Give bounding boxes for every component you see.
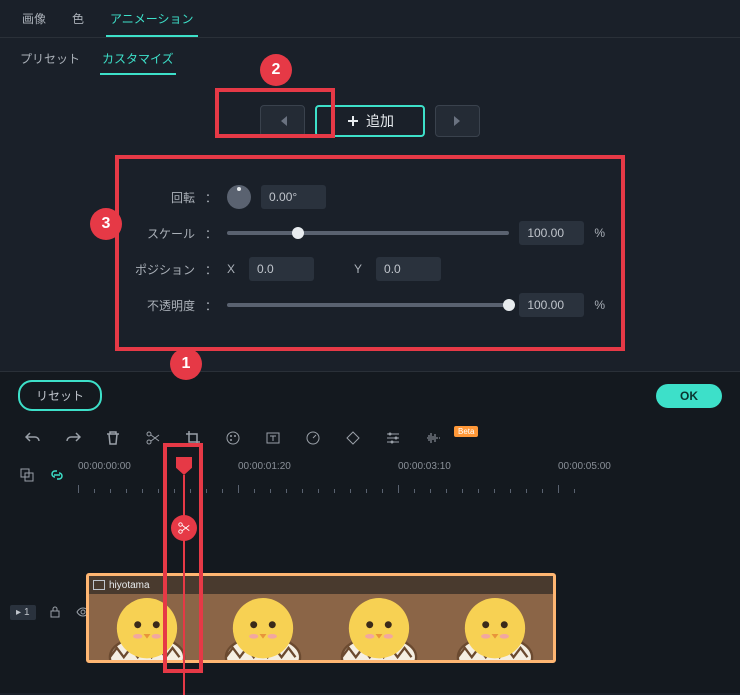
scale-label: スケール [135,225,195,242]
tick-1: 00:00:01:20 [238,461,291,472]
scale-input[interactable] [519,221,584,245]
clip-thumb-icon [93,580,105,590]
opacity-slider[interactable] [227,303,509,307]
rotation-dial[interactable] [227,185,251,209]
opacity-unit: % [594,298,605,312]
prev-keyframe-button[interactable] [260,105,305,137]
rotation-input[interactable] [261,185,326,209]
add-keyframe-button[interactable]: 追加 [315,105,425,137]
beta-badge: Beta [454,426,478,437]
position-y-label: Y [354,262,366,276]
position-x-label: X [227,262,239,276]
color-icon[interactable] [224,429,242,447]
opacity-label: 不透明度 [135,297,195,314]
speed-icon[interactable] [304,429,322,447]
tick-2: 00:00:03:10 [398,461,451,472]
tick-0: 00:00:00:00 [78,461,131,472]
rotation-label: 回転 [135,189,195,206]
text-icon[interactable] [264,429,282,447]
subtab-customize[interactable]: カスタマイズ [100,50,176,75]
callout-1: 1 [170,348,202,380]
redo-icon[interactable] [64,429,82,447]
tab-animation[interactable]: アニメーション [106,10,198,37]
tab-color[interactable]: 色 [68,10,88,37]
reset-button[interactable]: リセット [18,380,102,411]
crop-icon[interactable] [184,429,202,447]
position-label: ポジション [135,261,195,278]
split-icon[interactable] [144,429,162,447]
opacity-input[interactable] [519,293,584,317]
ok-button[interactable]: OK [656,384,722,408]
track-video-badge: ▸1 [10,605,36,620]
add-keyframe-label: 追加 [366,111,394,131]
callout-3: 3 [90,208,122,240]
position-y-input[interactable] [376,257,441,281]
position-x-input[interactable] [249,257,314,281]
lock-icon[interactable] [46,603,64,621]
keyframe-icon[interactable] [344,429,362,447]
adjust-icon[interactable] [384,429,402,447]
layers-icon[interactable] [18,466,36,484]
scissors-marker[interactable] [171,515,197,541]
tick-3: 00:00:05:00 [558,461,611,472]
delete-icon[interactable] [104,429,122,447]
scale-slider[interactable] [227,231,509,235]
tab-image[interactable]: 画像 [18,10,50,37]
callout-2: 2 [260,54,292,86]
clip-name: hiyotama [109,580,150,591]
timeline-ruler[interactable]: 00:00:00:00 00:00:01:20 00:00:03:10 00:0… [78,457,722,493]
subtab-preset[interactable]: プリセット [18,50,82,75]
audio-icon[interactable] [424,429,442,447]
undo-icon[interactable] [24,429,42,447]
scale-unit: % [594,226,605,240]
next-keyframe-button[interactable] [435,105,480,137]
link-icon[interactable] [48,466,66,484]
video-clip[interactable]: hiyotama [86,573,556,663]
